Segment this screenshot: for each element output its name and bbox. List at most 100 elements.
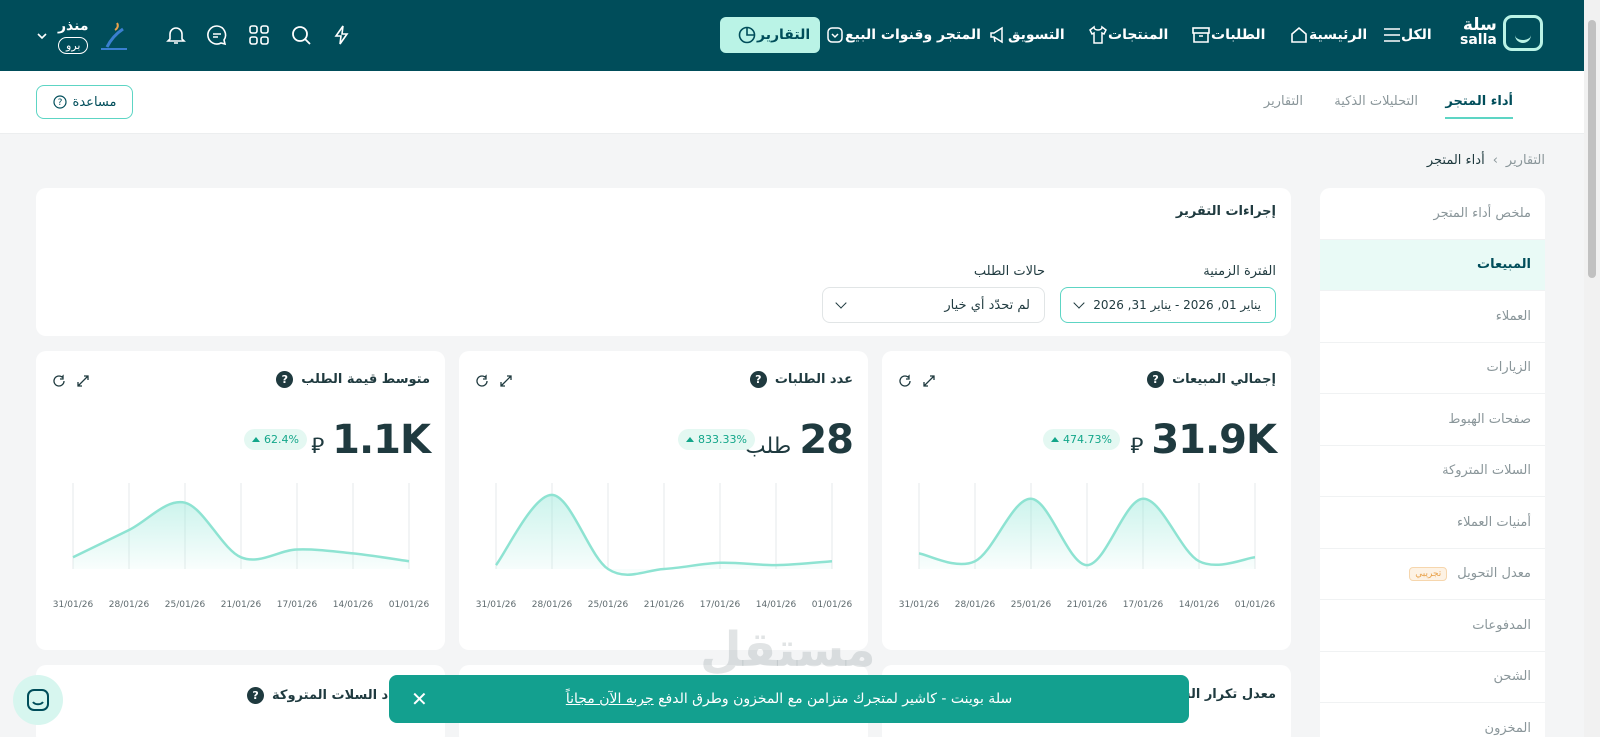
refresh-icon[interactable]: [51, 373, 67, 393]
metric-value: 28: [799, 417, 854, 463]
lightning-icon[interactable]: [330, 23, 354, 47]
sidebar-item-label: المدفوعات: [1472, 617, 1531, 633]
nav-item-marketing[interactable]: التسويق: [981, 22, 1065, 48]
help-button[interactable]: مساعدة ?: [36, 85, 133, 119]
search-icon[interactable]: [289, 23, 313, 47]
question-icon[interactable]: ?: [1147, 371, 1165, 388]
nav-item-orders[interactable]: الطلبات: [1184, 22, 1265, 48]
toast-link[interactable]: جربه الآن مجاناً: [566, 691, 654, 707]
refresh-icon[interactable]: [474, 373, 490, 393]
x-tick-label: 01/01/26: [1235, 600, 1276, 610]
metric-value: 1.1K: [332, 417, 431, 463]
period-value: يناير 01, 2026 - يناير 31, 2026: [1093, 298, 1261, 312]
home-icon: [1291, 26, 1307, 43]
nav-label: التقارير: [757, 27, 811, 43]
sidebar-item-shipping[interactable]: الشحن: [1320, 652, 1545, 703]
sidebar-item-label: المبيعات: [1477, 257, 1531, 273]
order-status-label: حالات الطلب: [973, 264, 1045, 279]
change-badge: 474.73%: [1043, 429, 1120, 450]
nav-item-products[interactable]: المنتجات: [1081, 22, 1168, 48]
chat-icon[interactable]: [205, 23, 229, 47]
x-tick-label: 28/01/26: [532, 600, 573, 610]
card-title-text: متوسط قيمة الطلب: [301, 372, 430, 387]
card-title-text: إجمالي المبيعات: [1172, 372, 1276, 387]
x-tick-label: 25/01/26: [1011, 600, 1052, 610]
support-chat-button[interactable]: [13, 675, 63, 725]
nav-label: الرئيسية: [1309, 27, 1368, 43]
toast-text: سلة بوينت - كاشير لمتجرك متزامن مع المخز…: [565, 691, 1013, 707]
card-title: إجمالي المبيعات?: [1147, 371, 1276, 388]
shirt-icon: [1089, 25, 1107, 44]
orders-chart: 31/01/26 28/01/26 25/01/26 21/01/26 17/01/26…: [476, 483, 853, 610]
salla-logo[interactable]: سلة salla: [1460, 15, 1543, 51]
apps-grid-icon[interactable]: [247, 23, 271, 47]
store-icon: [827, 27, 843, 43]
sidebar-item-payments[interactable]: المدفوعات: [1320, 600, 1545, 652]
sidebar-item-inventory[interactable]: المخزون: [1320, 703, 1545, 737]
megaphone-icon: [990, 26, 1003, 44]
question-icon[interactable]: ?: [276, 371, 294, 388]
nav-item-home[interactable]: الرئيسية: [1282, 22, 1367, 48]
tab-reports[interactable]: التقارير: [1264, 94, 1303, 117]
promo-toast: سلة بوينت - كاشير لمتجرك متزامن مع المخز…: [389, 675, 1189, 723]
page-scrollbar[interactable]: [1584, 0, 1600, 737]
metric-card-abandoned-recovery: استرداد السلات المتروكة?: [36, 665, 445, 737]
user-menu[interactable]: منذر برو: [36, 12, 133, 60]
nav-item-store-channels[interactable]: المتجر وقنوات البيع: [818, 22, 981, 48]
sidebar-item-label: أمنيات العملاء: [1457, 514, 1531, 530]
nav-item-reports[interactable]: التقارير: [720, 17, 821, 53]
sales-chart: 31/01/26 28/01/26 25/01/26 21/01/26 17/01/26…: [899, 483, 1276, 610]
sidebar-item-label: ملخص أداء المتجر: [1433, 205, 1531, 221]
x-tick-label: 01/01/26: [389, 600, 430, 610]
sidebar-item-abandoned-carts[interactable]: السلات المتروكة: [1320, 446, 1545, 497]
question-icon[interactable]: ?: [749, 371, 767, 388]
question-icon[interactable]: ?: [247, 687, 265, 704]
expand-icon[interactable]: [75, 373, 91, 393]
sidebar-item-label: الشحن: [1493, 669, 1531, 685]
nav-item-all[interactable]: الكل: [1376, 22, 1432, 48]
x-tick-label: 28/01/26: [955, 600, 996, 610]
chevron-down-icon: [37, 33, 47, 40]
metric-card-total-sales: إجمالي المبيعات? ⃁ 31.9K 474.73% 31/01/26…: [882, 351, 1291, 650]
nav-label: الطلبات: [1211, 27, 1266, 43]
arrow-up-icon: [252, 437, 261, 442]
x-tick-label: 31/01/26: [899, 600, 940, 610]
sidebar-item-customers[interactable]: العملاء: [1320, 291, 1545, 343]
order-status-placeholder: لم تحدّد أي خيار: [944, 297, 1030, 313]
riyal-icon: ⃁: [1130, 434, 1144, 459]
change-value: 62.4%: [264, 433, 299, 446]
tab-smart-analytics[interactable]: التحليلات الذكية: [1334, 94, 1418, 117]
logo-mark: [1502, 15, 1543, 51]
period-date-picker[interactable]: يناير 01, 2026 - يناير 31, 2026: [1060, 287, 1276, 323]
sidebar-item-label: صفحات الهبوط: [1448, 411, 1531, 427]
change-badge: 833.33%: [678, 429, 755, 450]
expand-icon[interactable]: [921, 373, 937, 393]
sidebar-item-summary[interactable]: ملخص أداء المتجر: [1320, 188, 1545, 240]
refresh-icon[interactable]: [897, 373, 913, 393]
close-icon[interactable]: ✕: [411, 687, 428, 711]
scrollbar-thumb[interactable]: [1588, 20, 1596, 278]
breadcrumb-root[interactable]: التقارير: [1506, 153, 1545, 168]
x-tick-label: 14/01/26: [333, 600, 374, 610]
menu-icon: [1384, 28, 1400, 42]
sidebar-item-landing-pages[interactable]: صفحات الهبوط: [1320, 394, 1545, 446]
chevron-down-icon: [1073, 297, 1085, 309]
sidebar-item-wishlists[interactable]: أمنيات العملاء: [1320, 497, 1545, 549]
sidebar-item-visits[interactable]: الزيارات: [1320, 343, 1545, 394]
sidebar-item-conversion-rate[interactable]: معدل التحويل تجريبي: [1320, 549, 1545, 600]
bell-icon[interactable]: [164, 23, 188, 47]
tab-store-performance[interactable]: أداء المتجر: [1445, 94, 1513, 119]
avg-order-chart: 31/01/26 28/01/26 25/01/26 21/01/26 17/01/26…: [53, 483, 430, 610]
order-status-select[interactable]: لم تحدّد أي خيار: [822, 287, 1045, 323]
change-value: 474.73%: [1063, 433, 1112, 446]
svg-text:?: ?: [57, 98, 62, 108]
x-tick-label: 17/01/26: [1123, 600, 1164, 610]
nav-label: المنتجات: [1108, 27, 1169, 43]
pie-chart-icon: [738, 26, 756, 44]
sidebar-item-sales[interactable]: المبيعات: [1320, 239, 1545, 291]
chat-bubble-icon: [27, 689, 49, 711]
x-tick-label: 01/01/26: [812, 600, 853, 610]
watermark: مستقل: [700, 622, 876, 678]
expand-icon[interactable]: [498, 373, 514, 393]
x-tick-label: 17/01/26: [277, 600, 318, 610]
